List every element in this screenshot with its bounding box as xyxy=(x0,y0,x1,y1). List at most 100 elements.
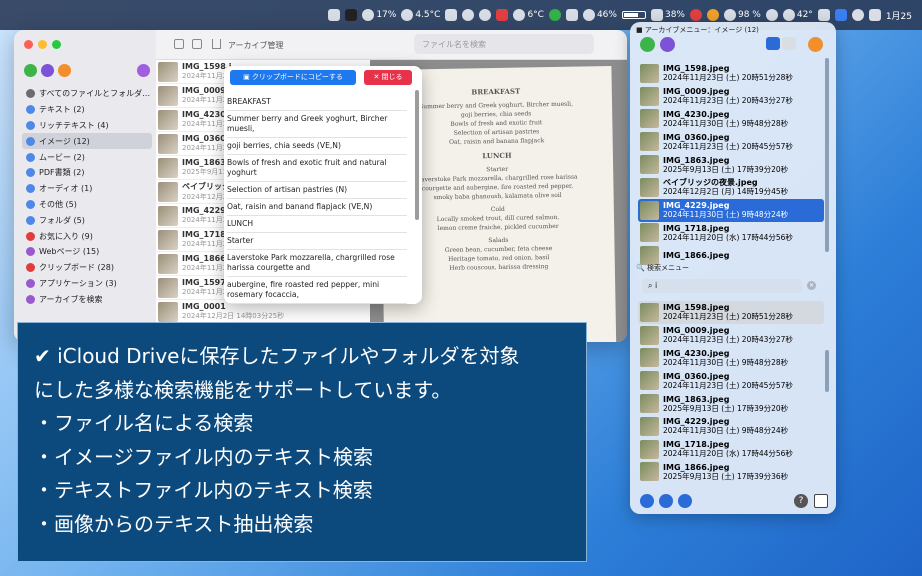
list-item[interactable]: IMG_0360.jpeg 2024年11月23日 (土) 20時45分57秒 xyxy=(638,369,824,392)
battery-status[interactable]: 98 % xyxy=(723,9,761,21)
sidebar-item[interactable]: その他 (5) xyxy=(22,197,152,213)
clip-icon[interactable] xyxy=(660,37,675,52)
ocr-line[interactable]: Laverstoke Park mozzarella, chargrilled … xyxy=(227,250,407,277)
search-icon[interactable] xyxy=(137,64,150,77)
ocr-line[interactable]: LUNCH xyxy=(227,216,407,233)
sidebar-item[interactable]: リッチテキスト (4) xyxy=(22,118,152,134)
ocr-line[interactable]: Starter xyxy=(227,233,407,250)
link-icon[interactable] xyxy=(689,9,702,21)
cpu-temp-status[interactable]: 42° xyxy=(782,9,813,21)
ocr-line[interactable]: aubergine, fire roasted red pepper, mini… xyxy=(227,277,407,304)
list-item[interactable]: IMG_1718.jpeg 2024年11月20日 (水) 17時44分56秒 xyxy=(638,438,824,461)
rocket-icon[interactable] xyxy=(445,9,458,21)
share-icon[interactable] xyxy=(212,39,221,49)
list-item[interactable]: IMG_4230.jpeg 2024年11月30日 (土) 9時48分28秒 xyxy=(638,347,824,370)
cat-icon[interactable] xyxy=(345,9,358,21)
list-item[interactable]: IMG_4229.jpeg 2024年11月30日 (土) 9時48分24秒 xyxy=(638,198,824,222)
display-icon[interactable] xyxy=(328,9,341,21)
clip-icon[interactable] xyxy=(41,64,54,77)
list-view-icon[interactable] xyxy=(766,37,780,50)
network-icon[interactable] xyxy=(659,494,673,508)
minimize-window-button[interactable] xyxy=(38,40,47,49)
sidebar-item[interactable]: ムービー (2) xyxy=(22,149,152,165)
temperature-status[interactable]: 6°C xyxy=(513,9,544,21)
grid-view-icon[interactable] xyxy=(782,37,796,50)
calendar-icon[interactable] xyxy=(496,9,509,21)
list-item[interactable]: IMG_1598.jpeg 2024年11月23日 (土) 20時51分28秒 xyxy=(638,301,824,324)
plane-icon[interactable] xyxy=(817,9,830,21)
file-info: IMG_4230.jpeg 2024年11月30日 (土) 9時48分28秒 xyxy=(663,110,788,128)
menu-icon[interactable] xyxy=(808,37,823,52)
sidebar-item[interactable]: すべてのファイルとフォルダ… xyxy=(22,86,152,102)
sidebar-item[interactable]: フォルダ (5) xyxy=(22,212,152,228)
link-icon[interactable] xyxy=(24,64,37,77)
control-icon[interactable] xyxy=(868,9,881,21)
file-date: 2025年9月13日 (土) 17時39分20秒 xyxy=(663,403,789,413)
sidebar-item[interactable]: テキスト (2) xyxy=(22,102,152,118)
copy-to-clipboard-button[interactable]: ▣ クリップボードにコピーする xyxy=(230,70,356,85)
cloud-icon xyxy=(513,9,526,21)
archive-icon[interactable] xyxy=(58,64,71,77)
sidebar-toggle-icon[interactable] xyxy=(174,39,184,49)
grid-view-icon[interactable] xyxy=(192,39,202,49)
ocr-line[interactable]: Selection of artisan pastries (N) xyxy=(227,182,407,199)
cpu-status[interactable]: 17% xyxy=(362,9,396,21)
clock[interactable]: 1月25 xyxy=(886,9,912,22)
search-input[interactable]: ⌕ i xyxy=(642,279,802,293)
list-item[interactable]: ベイブリッジの夜景.jpeg 2024年12月2日 (月) 14時19分45秒 xyxy=(638,176,824,199)
help-icon[interactable]: ? xyxy=(794,494,808,508)
ocr-line[interactable]: goji berries, chia seeds (VE,N) xyxy=(227,138,407,155)
list-item[interactable]: IMG_4229.jpeg 2024年11月30日 (土) 9時48分24秒 xyxy=(638,415,824,438)
sidebar-item[interactable]: アーカイブを検索 xyxy=(22,291,152,307)
sidebar-item[interactable]: PDF書類 (2) xyxy=(22,165,152,181)
clear-search-icon[interactable]: ✕ xyxy=(807,281,816,290)
file-date: 2024年12月2 xyxy=(182,193,228,201)
list-item[interactable]: IMG_1863.jpeg 2025年9月13日 (土) 17時39分20秒 xyxy=(638,392,824,415)
ocr-text-list[interactable]: BREAKFAST Summer berry and Greek yoghurt,… xyxy=(227,94,407,304)
list-item[interactable]: IMG_1598.jpeg 2024年11月23日 (土) 20時51分28秒 xyxy=(638,62,824,85)
sidebar-item[interactable]: アプリケーション (3) xyxy=(22,276,152,292)
ocr-line[interactable]: Bowls of fresh and exotic fruit and natu… xyxy=(227,155,407,182)
memory-icon[interactable] xyxy=(565,9,578,21)
record-icon[interactable] xyxy=(479,9,492,21)
sidebar-item[interactable]: Webページ (15) xyxy=(22,244,152,260)
search-field[interactable]: ファイル名を検索 xyxy=(414,34,594,54)
file-date: 2024年11月23日 (土) 20時43分27秒 xyxy=(663,96,793,106)
text-a-icon[interactable] xyxy=(834,9,847,21)
sidebar-panel-icon[interactable] xyxy=(814,494,828,508)
gear-icon[interactable] xyxy=(678,494,692,508)
list-item[interactable]: IMG_0009.jpeg 2024年11月23日 (土) 20時43分27秒 xyxy=(638,85,824,108)
zoom-window-button[interactable] xyxy=(52,40,61,49)
weather-status[interactable]: 4.5°C xyxy=(401,9,440,21)
sidebar-item[interactable]: オーディオ (1) xyxy=(22,181,152,197)
memory-status[interactable]: 46% xyxy=(582,9,617,21)
sidebar-item[interactable]: クリップボード (28) xyxy=(22,260,152,276)
ocr-line[interactable]: Oat, raisin and banand flapjack (VE,N) xyxy=(227,199,407,216)
list-item[interactable]: IMG_0360.jpeg 2024年11月23日 (土) 20時45分57秒 xyxy=(638,130,824,153)
signal-icon[interactable] xyxy=(621,11,646,19)
sidebar-item[interactable]: お気に入り (9) xyxy=(22,228,152,244)
scrollbar[interactable] xyxy=(825,58,829,252)
fan-icon[interactable] xyxy=(765,9,778,21)
close-icon: ✕ xyxy=(373,73,382,81)
link-icon[interactable] xyxy=(640,37,655,52)
compass-icon[interactable] xyxy=(706,9,719,21)
close-window-button[interactable] xyxy=(24,40,33,49)
dots-icon[interactable] xyxy=(462,9,475,21)
sidebar-item[interactable]: イメージ (12) xyxy=(22,133,152,150)
one-icon[interactable] xyxy=(548,9,561,21)
list-item[interactable]: IMG_1863.jpeg 2025年9月13日 (土) 17時39分20秒 xyxy=(638,153,824,176)
close-button[interactable]: ✕ 閉じる xyxy=(364,70,412,85)
archive-icon[interactable] xyxy=(640,494,654,508)
list-item[interactable]: IMG_1718.jpeg 2024年11月20日 (水) 17時44分56秒 xyxy=(638,222,824,245)
wifi-icon[interactable] xyxy=(851,9,864,21)
scrollbar[interactable] xyxy=(415,90,419,220)
feature-caption: ✔ iCloud Driveに保存したファイルやフォルダを対象 にした多様な検索機… xyxy=(17,322,587,562)
list-item[interactable]: IMG_4230.jpeg 2024年11月30日 (土) 9時48分28秒 xyxy=(638,108,824,131)
list-item[interactable]: IMG_1866.jpeg 2025年9月13日 (土) 17時39分36秒 xyxy=(638,461,824,484)
scrollbar[interactable] xyxy=(825,350,829,392)
ocr-line[interactable]: Summer berry and Greek yoghurt, Bircher … xyxy=(227,111,407,138)
list-item[interactable]: IMG_0009.jpeg 2024年11月23日 (土) 20時43分27秒 xyxy=(638,324,824,347)
ocr-line[interactable]: BREAKFAST xyxy=(227,94,407,111)
disk-status[interactable]: 38% xyxy=(650,9,685,21)
